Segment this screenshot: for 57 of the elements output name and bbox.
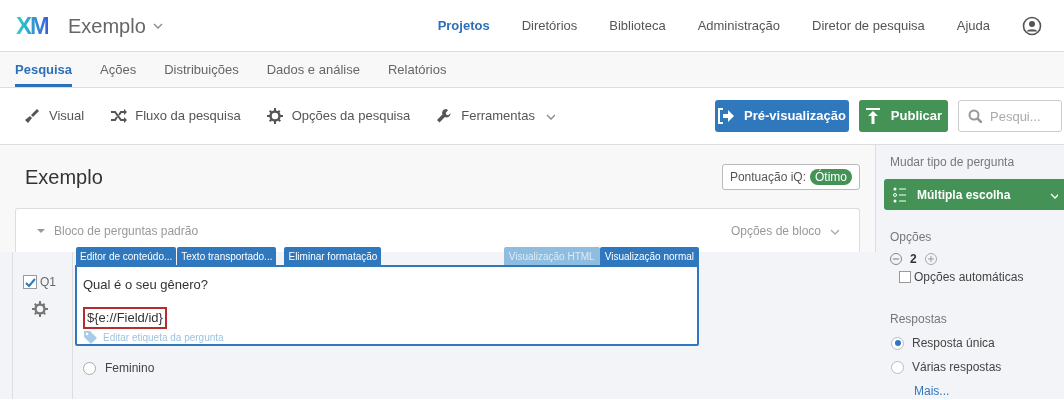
more-link[interactable]: Mais... [884, 382, 1064, 400]
piped-text: ${e://Field/id} [83, 306, 167, 329]
upload-icon [864, 107, 881, 125]
settings-icon [266, 108, 284, 124]
project-dropdown[interactable]: Exemplo [68, 10, 164, 41]
nav-link[interactable]: Diretor de pesquisa [812, 15, 925, 36]
list-icon [893, 186, 907, 203]
section-label: Mudar tipo de pergunta [889, 154, 1016, 171]
toolbar-button[interactable]: Opções da pesquisa [266, 106, 411, 126]
section-label: Opções [889, 229, 933, 246]
tab[interactable]: Pesquisa [15, 52, 73, 87]
search-icon [968, 109, 982, 123]
preview-button[interactable]: Pré-visualização [715, 100, 849, 132]
brush-icon [24, 108, 41, 124]
checkbox[interactable] [23, 275, 37, 289]
radio-button[interactable] [891, 336, 904, 350]
check-icon [24, 276, 36, 288]
nav-link[interactable]: Administração [697, 15, 780, 36]
question-type-dropdown[interactable]: Múltipla escolha [884, 179, 1064, 210]
block-options-button[interactable]: Opções de bloco [730, 221, 839, 240]
tab[interactable]: Relatórios [387, 52, 447, 87]
iq-score[interactable]: Pontuação iQ: Ótimo [721, 164, 860, 190]
question-text: Qual é o seu gênero? [83, 276, 210, 294]
nav-link[interactable]: Biblioteca [609, 15, 666, 36]
question-number: Q1 [40, 274, 56, 291]
radio-label[interactable]: Resposta única [912, 334, 995, 352]
search-field[interactable]: Pesqui... [958, 100, 1062, 132]
tag-icon [83, 330, 97, 344]
plus-icon [925, 254, 936, 264]
user-icon [1022, 15, 1042, 36]
choice-label[interactable]: Feminino [105, 359, 155, 377]
toolbar-button[interactable]: Ferramentas [436, 106, 555, 126]
editor-tab[interactable]: Texto transportado... [177, 247, 277, 265]
choice-count: 2 [910, 251, 917, 268]
nav-link[interactable]: Projetos [437, 15, 490, 36]
section-label: Respostas [889, 311, 948, 328]
exit-icon [718, 108, 735, 124]
editor-tab[interactable]: Eliminar formatação [284, 247, 382, 265]
tab[interactable]: Dados e análise [266, 52, 360, 87]
nav-link[interactable]: Ajuda [956, 15, 990, 36]
tab[interactable]: Ações [100, 52, 137, 87]
publish-button[interactable]: Publicar [859, 100, 948, 132]
block-toggle[interactable]: Bloco de perguntas padrão [36, 221, 199, 240]
view-tab[interactable]: Visualização normal [599, 247, 699, 265]
radio-button[interactable] [83, 361, 96, 375]
toolbar-button[interactable]: Visual [24, 106, 85, 126]
editor-tab[interactable]: Editor de conteúdo... [76, 247, 177, 265]
tab[interactable]: Distribuições [164, 52, 239, 87]
nav-link[interactable]: Diretórios [521, 15, 578, 36]
text-editor[interactable]: Qual é o seu gênero? ${e://Field/id} Editar etiqueta da pergunta [75, 265, 699, 346]
toolbar-button[interactable]: Fluxo da pesquisa [110, 106, 241, 126]
survey-title: Exemplo [25, 165, 103, 190]
radio-label[interactable]: Várias respostas [912, 358, 1002, 376]
shuffle-icon [110, 108, 128, 124]
checkbox-label[interactable]: Opções automáticas [914, 268, 1024, 286]
checkbox[interactable] [899, 271, 911, 283]
radio-button[interactable] [891, 360, 904, 374]
